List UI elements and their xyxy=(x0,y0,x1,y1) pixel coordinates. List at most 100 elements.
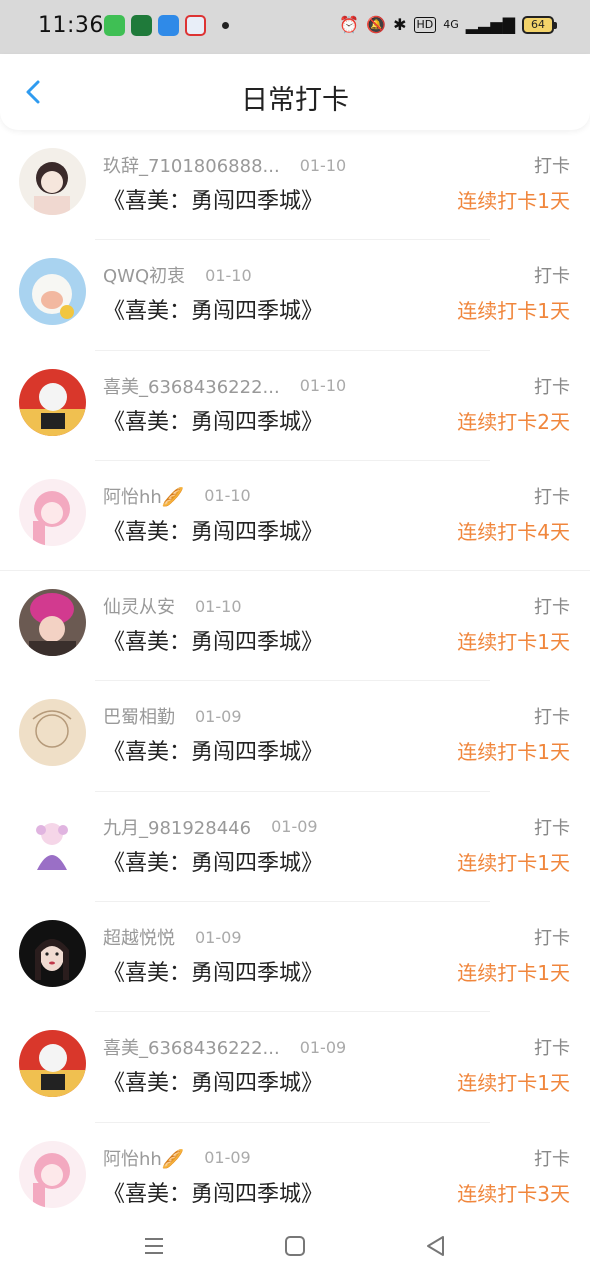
back-icon[interactable] xyxy=(422,1232,450,1260)
battery-icon: 64 xyxy=(522,16,557,34)
checkin-date: 01-09 xyxy=(204,1148,251,1168)
username[interactable]: 巴蜀相勤 xyxy=(103,703,175,729)
streak-badge: 连续打卡1天 xyxy=(457,961,570,986)
user-avatar[interactable] xyxy=(19,1030,86,1098)
checkin-date: 01-10 xyxy=(195,596,242,616)
user-avatar[interactable] xyxy=(19,478,86,546)
system-icons: ⏰ 🔕 ✱ HD 4G ▂▃▅▇ 64 xyxy=(339,14,557,36)
avatar-image xyxy=(19,148,86,215)
streak-badge: 连续打卡3天 xyxy=(457,1181,570,1206)
book-title[interactable]: 《喜美：勇闯四季城》 xyxy=(103,514,323,546)
network-type: 4G xyxy=(443,18,459,31)
avatar-image xyxy=(19,589,86,657)
checkin-record[interactable]: 玖辞_7101806888... 01-10 打卡 《喜美：勇闯四季城》 连续打… xyxy=(0,130,590,241)
streak-badge: 连续打卡1天 xyxy=(457,850,570,875)
book-title[interactable]: 《喜美：勇闯四季城》 xyxy=(103,404,323,436)
mute-icon: 🔕 xyxy=(366,15,387,34)
checkin-record[interactable]: 阿怡hh🥖 01-10 打卡 《喜美：勇闯四季城》 连续打卡4天 xyxy=(0,461,590,572)
user-avatar[interactable] xyxy=(19,368,86,436)
user-avatar[interactable] xyxy=(19,920,86,988)
record-meta: 仙灵从安 01-10 xyxy=(103,593,242,619)
user-avatar[interactable] xyxy=(19,1140,86,1208)
avatar-image xyxy=(19,1030,86,1098)
record-meta: 喜美_6368436222... 01-10 xyxy=(103,373,346,399)
home-icon[interactable] xyxy=(281,1232,309,1260)
user-avatar[interactable] xyxy=(19,699,86,767)
page-header: 日常打卡 xyxy=(0,54,590,130)
book-title[interactable]: 《喜美：勇闯四季城》 xyxy=(103,1176,323,1208)
avatar-image xyxy=(19,699,86,767)
checkin-record[interactable]: QWQ初衷 01-10 打卡 《喜美：勇闯四季城》 连续打卡1天 xyxy=(0,240,590,351)
more-notifications-dot xyxy=(222,22,229,29)
checkin-date: 01-09 xyxy=(195,927,242,947)
system-nav-bar xyxy=(0,1212,590,1280)
username[interactable]: 喜美_6368436222... xyxy=(103,1034,280,1060)
username[interactable]: 九月_981928446 xyxy=(103,814,251,840)
avatar-image xyxy=(19,920,86,988)
menu-icon[interactable] xyxy=(140,1232,168,1260)
book-title[interactable]: 《喜美：勇闯四季城》 xyxy=(103,293,323,325)
book-title[interactable]: 《喜美：勇闯四季城》 xyxy=(103,734,323,766)
avatar-image xyxy=(19,1140,86,1208)
status-time: 11:36 xyxy=(38,13,104,38)
avatar-image xyxy=(19,368,86,436)
hd-icon: HD xyxy=(413,17,437,33)
username[interactable]: 超越悦悦 xyxy=(103,924,175,950)
record-meta: 喜美_6368436222... 01-09 xyxy=(103,1034,346,1060)
checkin-label: 打卡 xyxy=(534,1038,570,1060)
record-meta: 阿怡hh🥖 01-10 xyxy=(103,483,251,509)
bluetooth-icon: ✱ xyxy=(393,15,407,34)
checkin-label: 打卡 xyxy=(534,266,570,288)
checkin-record[interactable]: 仙灵从安 01-10 打卡 《喜美：勇闯四季城》 连续打卡1天 xyxy=(0,571,590,682)
checkin-label: 打卡 xyxy=(534,597,570,619)
status-bar: 11:36 ⏰ 🔕 ✱ HD 4G ▂▃▅▇ 64 xyxy=(0,0,590,54)
user-avatar[interactable] xyxy=(19,589,86,657)
checkin-date: 01-10 xyxy=(299,155,347,175)
username[interactable]: 喜美_6368436222... xyxy=(103,373,280,399)
record-meta: 超越悦悦 01-09 xyxy=(103,924,242,950)
checkin-label: 打卡 xyxy=(534,817,570,839)
record-meta: 玖辞_7101806888... 01-10 xyxy=(103,152,346,178)
checkin-label: 打卡 xyxy=(534,1148,570,1170)
avatar-image xyxy=(19,478,86,546)
checkin-date: 01-09 xyxy=(195,706,242,726)
avatar-image xyxy=(19,809,86,877)
username[interactable]: 阿怡hh🥖 xyxy=(103,483,184,509)
record-meta: 巴蜀相勤 01-09 xyxy=(103,703,242,729)
record-meta: 阿怡hh🥖 01-09 xyxy=(103,1145,251,1171)
travel-app-icon xyxy=(158,15,179,36)
streak-badge: 连续打卡1天 xyxy=(457,299,570,324)
streak-badge: 连续打卡1天 xyxy=(457,630,570,655)
book-title[interactable]: 《喜美：勇闯四季城》 xyxy=(103,845,323,877)
username[interactable]: 阿怡hh🥖 xyxy=(103,1145,184,1171)
user-avatar[interactable] xyxy=(19,148,86,215)
record-meta: QWQ初衷 01-10 xyxy=(103,262,252,288)
baidu-icon xyxy=(185,15,206,36)
checkin-label: 打卡 xyxy=(534,486,570,508)
page-title: 日常打卡 xyxy=(241,85,349,116)
username[interactable]: QWQ初衷 xyxy=(103,262,185,288)
wechat-icon xyxy=(104,15,125,36)
user-avatar[interactable] xyxy=(19,258,86,326)
battery-level: 64 xyxy=(531,18,545,31)
checkin-record[interactable]: 九月_981928446 01-09 打卡 《喜美：勇闯四季城》 连续打卡1天 xyxy=(0,792,590,903)
book-title[interactable]: 《喜美：勇闯四季城》 xyxy=(103,183,323,215)
oppo-store-icon xyxy=(131,15,152,36)
checkin-date: 01-10 xyxy=(205,265,252,285)
book-title[interactable]: 《喜美：勇闯四季城》 xyxy=(103,955,323,987)
checkin-list[interactable]: 玖辞_7101806888... 01-10 打卡 《喜美：勇闯四季城》 连续打… xyxy=(0,130,590,1233)
checkin-label: 打卡 xyxy=(534,156,570,177)
streak-badge: 连续打卡4天 xyxy=(457,519,570,544)
book-title[interactable]: 《喜美：勇闯四季城》 xyxy=(103,624,323,656)
username[interactable]: 仙灵从安 xyxy=(103,593,175,619)
checkin-record[interactable]: 超越悦悦 01-09 打卡 《喜美：勇闯四季城》 连续打卡1天 xyxy=(0,902,590,1013)
user-avatar[interactable] xyxy=(19,809,86,877)
checkin-label: 打卡 xyxy=(534,707,570,729)
checkin-record[interactable]: 喜美_6368436222... 01-10 打卡 《喜美：勇闯四季城》 连续打… xyxy=(0,351,590,461)
username[interactable]: 玖辞_7101806888... xyxy=(103,152,280,178)
checkin-date: 01-10 xyxy=(299,376,347,396)
streak-badge: 连续打卡1天 xyxy=(457,1071,570,1096)
checkin-record[interactable]: 喜美_6368436222... 01-09 打卡 《喜美：勇闯四季城》 连续打… xyxy=(0,1012,590,1123)
book-title[interactable]: 《喜美：勇闯四季城》 xyxy=(103,1065,323,1097)
checkin-record[interactable]: 巴蜀相勤 01-09 打卡 《喜美：勇闯四季城》 连续打卡1天 xyxy=(0,681,590,792)
